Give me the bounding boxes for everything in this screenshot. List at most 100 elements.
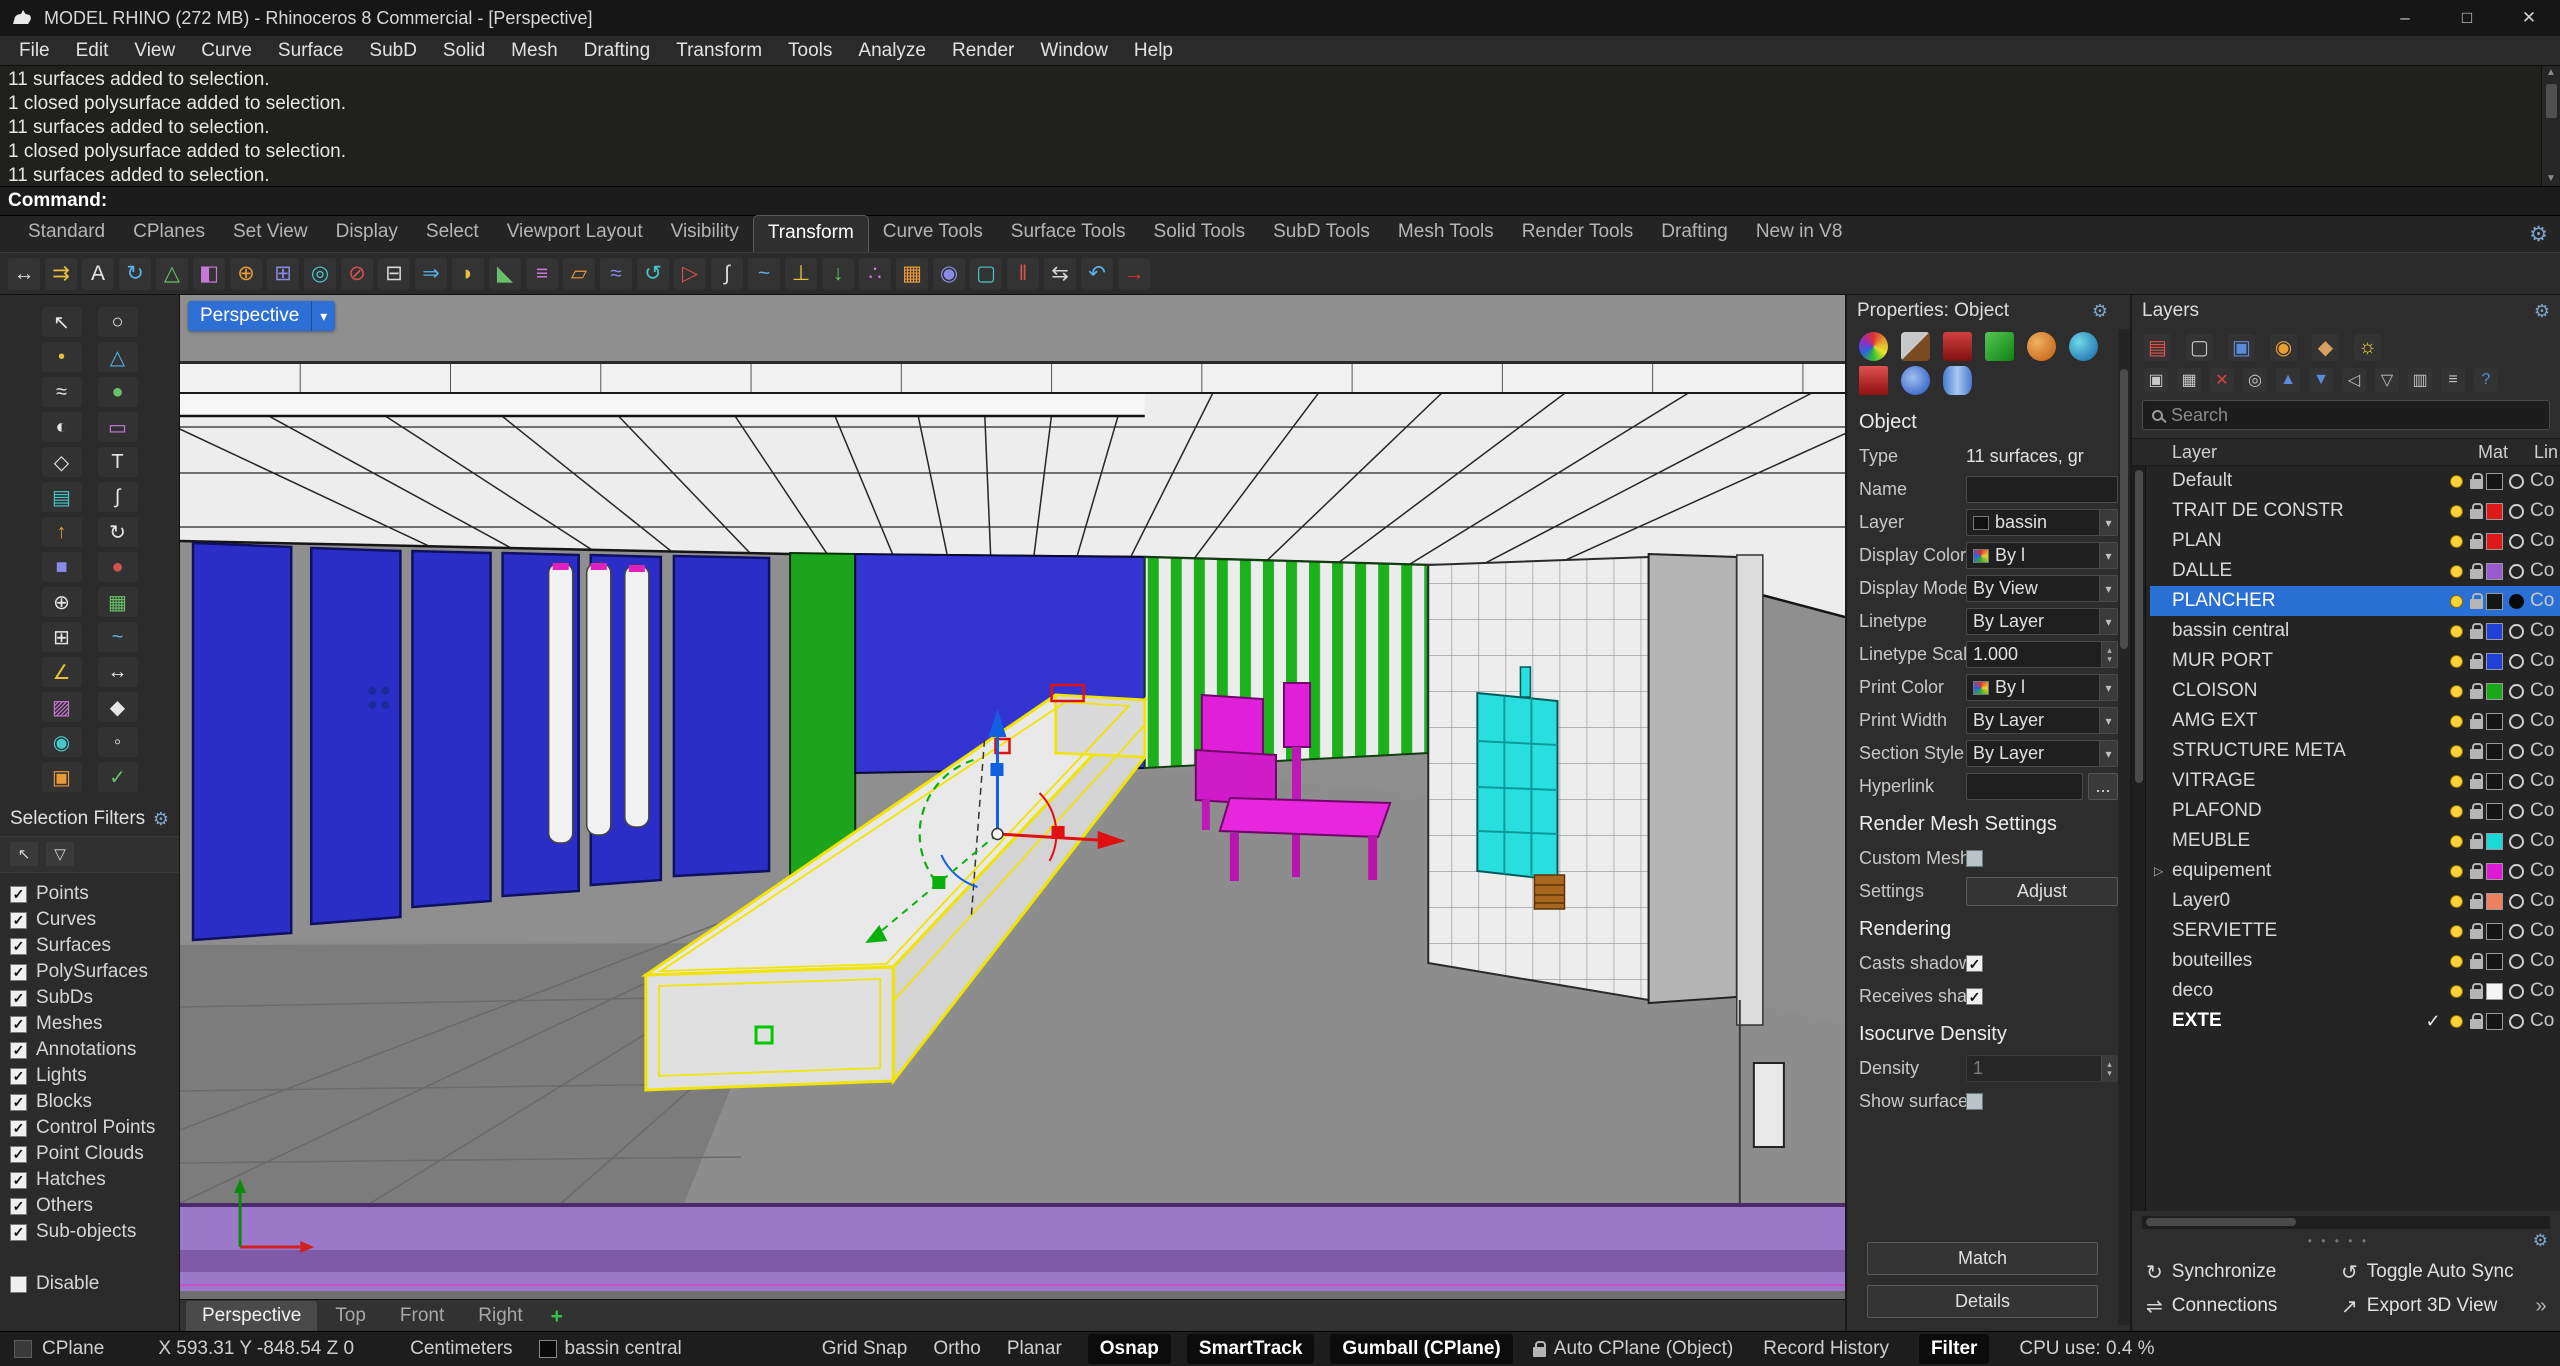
- toolbar-icon[interactable]: ⇉: [45, 258, 77, 290]
- planar-toggle[interactable]: Planar: [1007, 1338, 1062, 1360]
- menu-item[interactable]: Mesh: [498, 40, 570, 62]
- layers-toolbar-icon[interactable]: ▥: [2408, 368, 2432, 392]
- layer-visibility-bulb-icon[interactable]: [2446, 835, 2466, 848]
- layer-name[interactable]: deco: [2172, 980, 2420, 1002]
- toolbar-icon[interactable]: ≈: [600, 258, 632, 290]
- sidebar-tool-icon[interactable]: ▨: [42, 692, 82, 722]
- menu-item[interactable]: View: [121, 40, 188, 62]
- display-mode-select[interactable]: By View ▾: [1966, 575, 2118, 602]
- sidebar-tool-icon[interactable]: ●: [98, 552, 138, 582]
- toolbar-tab[interactable]: Standard: [14, 215, 119, 252]
- layer-name[interactable]: MUR PORT: [2172, 650, 2420, 672]
- layers-toolbar-icon[interactable]: ▲: [2276, 368, 2300, 392]
- layers-toolbar-icon[interactable]: ▤: [2144, 334, 2171, 361]
- display-color-select[interactable]: By l ▾: [1966, 542, 2118, 569]
- layer-name[interactable]: bouteilles: [2172, 950, 2420, 972]
- toolbar-icon[interactable]: ▷: [674, 258, 706, 290]
- layer-visibility-bulb-icon[interactable]: [2446, 565, 2466, 578]
- layers-toolbar-icon[interactable]: ◁: [2342, 368, 2366, 392]
- layer-lock-icon[interactable]: [2466, 534, 2486, 549]
- scroll-up-icon[interactable]: ▲: [2546, 66, 2556, 80]
- selection-filter-item[interactable]: Hatches: [10, 1167, 169, 1193]
- layer-lock-icon[interactable]: [2466, 564, 2486, 579]
- layer-visibility-bulb-icon[interactable]: [2446, 925, 2466, 938]
- layer-visibility-bulb-icon[interactable]: [2446, 655, 2466, 668]
- layer-lock-icon[interactable]: [2466, 624, 2486, 639]
- selection-filter-item[interactable]: Lights: [10, 1063, 169, 1089]
- toolbar-icon[interactable]: ∫: [711, 258, 743, 290]
- layer-visibility-bulb-icon[interactable]: [2446, 685, 2466, 698]
- layer-visibility-bulb-icon[interactable]: [2446, 955, 2466, 968]
- sidebar-tool-icon[interactable]: ∠: [42, 657, 82, 687]
- osnap-toggle[interactable]: Osnap: [1088, 1334, 1171, 1364]
- layer-print-color-icon[interactable]: [2509, 894, 2524, 909]
- export-3d-view-button[interactable]: ↗ Export 3D View: [2335, 1291, 2528, 1321]
- selection-filter-item[interactable]: Control Points: [10, 1115, 169, 1141]
- details-button[interactable]: Details: [1867, 1285, 2098, 1318]
- sidebar-tool-icon[interactable]: ◐: [42, 412, 82, 442]
- viewport-dropdown-icon[interactable]: ▾: [311, 301, 335, 331]
- toolbar-icon[interactable]: ▢: [970, 258, 1002, 290]
- layer-visibility-bulb-icon[interactable]: [2446, 715, 2466, 728]
- filter-checkbox[interactable]: [10, 990, 27, 1007]
- sidebar-tool-icon[interactable]: ▭: [98, 412, 138, 442]
- layer-color-swatch[interactable]: [2486, 713, 2503, 730]
- layer-row[interactable]: PLAFOND Co: [2150, 796, 2560, 826]
- toolbar-tab[interactable]: Mesh Tools: [1384, 215, 1508, 252]
- filter-checkbox[interactable]: [10, 1198, 27, 1215]
- layers-toolbar-icon[interactable]: ▣: [2228, 334, 2255, 361]
- layer-linetype[interactable]: Co: [2530, 530, 2556, 552]
- sidebar-tool-icon[interactable]: ■: [42, 552, 82, 582]
- toolbar-tab[interactable]: Transform: [753, 215, 869, 252]
- layers-toolbar-icon[interactable]: ✕: [2210, 368, 2234, 392]
- layer-visibility-bulb-icon[interactable]: [2446, 775, 2466, 788]
- selection-filter-item[interactable]: SubDs: [10, 985, 169, 1011]
- layer-name[interactable]: PLANCHER: [2172, 590, 2420, 612]
- show-surface-checkbox[interactable]: [1966, 1093, 1983, 1110]
- dropdown-arrow-icon[interactable]: ▾: [2099, 576, 2117, 601]
- viewport-tab[interactable]: Right: [462, 1301, 538, 1331]
- layer-visibility-bulb-icon[interactable]: [2446, 535, 2466, 548]
- sidebar-tool-icon[interactable]: ⊕: [42, 587, 82, 617]
- toolbar-icon[interactable]: ↓: [822, 258, 854, 290]
- dropdown-arrow-icon[interactable]: ▾: [2099, 609, 2117, 634]
- layer-name[interactable]: equipement: [2172, 860, 2420, 882]
- sidebar-tool-icon[interactable]: △: [98, 342, 138, 372]
- toolbar-tab[interactable]: Set View: [219, 215, 322, 252]
- section-style-select[interactable]: By Layer ▾: [1966, 740, 2118, 767]
- command-history-scrollbar[interactable]: ▲ ▼: [2541, 66, 2560, 186]
- tab-render-icon[interactable]: [2027, 332, 2056, 361]
- selection-filters-gear-icon[interactable]: ⚙: [153, 809, 169, 830]
- layer-print-color-icon[interactable]: [2509, 714, 2524, 729]
- hyperlink-browse-button[interactable]: ...: [2088, 773, 2118, 800]
- layer-visibility-bulb-icon[interactable]: [2446, 475, 2466, 488]
- current-layer-swatch[interactable]: [539, 1340, 557, 1358]
- selection-filter-tool-icon[interactable]: ↖: [10, 842, 38, 866]
- layer-name[interactable]: AMG EXT: [2172, 710, 2420, 732]
- selection-filter-item[interactable]: Others: [10, 1193, 169, 1219]
- layer-name[interactable]: DALLE: [2172, 560, 2420, 582]
- layers-horizontal-scrollbar[interactable]: [2142, 1216, 2550, 1229]
- layer-print-color-icon[interactable]: [2509, 984, 2524, 999]
- toolbar-icon[interactable]: ≡: [526, 258, 558, 290]
- selection-filter-item[interactable]: Surfaces: [10, 933, 169, 959]
- layer-linetype[interactable]: Co: [2530, 620, 2556, 642]
- filter-checkbox[interactable]: [10, 1068, 27, 1085]
- layer-linetype[interactable]: Co: [2530, 590, 2556, 612]
- layer-lock-icon[interactable]: [2466, 714, 2486, 729]
- layer-linetype[interactable]: Co: [2530, 980, 2556, 1002]
- layer-visibility-bulb-icon[interactable]: [2446, 625, 2466, 638]
- smarttrack-toggle[interactable]: SmartTrack: [1187, 1334, 1315, 1364]
- layers-toolbar-icon[interactable]: ◎: [2243, 368, 2267, 392]
- synchronize-button[interactable]: ↻ Synchronize: [2140, 1257, 2333, 1287]
- layers-gear-icon[interactable]: ⚙: [2534, 301, 2550, 322]
- layer-print-color-icon[interactable]: [2509, 834, 2524, 849]
- tab-displacement-icon[interactable]: [1901, 366, 1930, 395]
- layer-print-color-icon[interactable]: [2509, 534, 2524, 549]
- layer-row[interactable]: Layer0 Co: [2150, 886, 2560, 916]
- sidebar-tool-icon[interactable]: ✓: [98, 762, 138, 792]
- filter-toggle[interactable]: Filter: [1919, 1334, 1989, 1364]
- layer-linetype[interactable]: Co: [2530, 770, 2556, 792]
- layer-name[interactable]: PLAFOND: [2172, 800, 2420, 822]
- menu-item[interactable]: Window: [1027, 40, 1121, 62]
